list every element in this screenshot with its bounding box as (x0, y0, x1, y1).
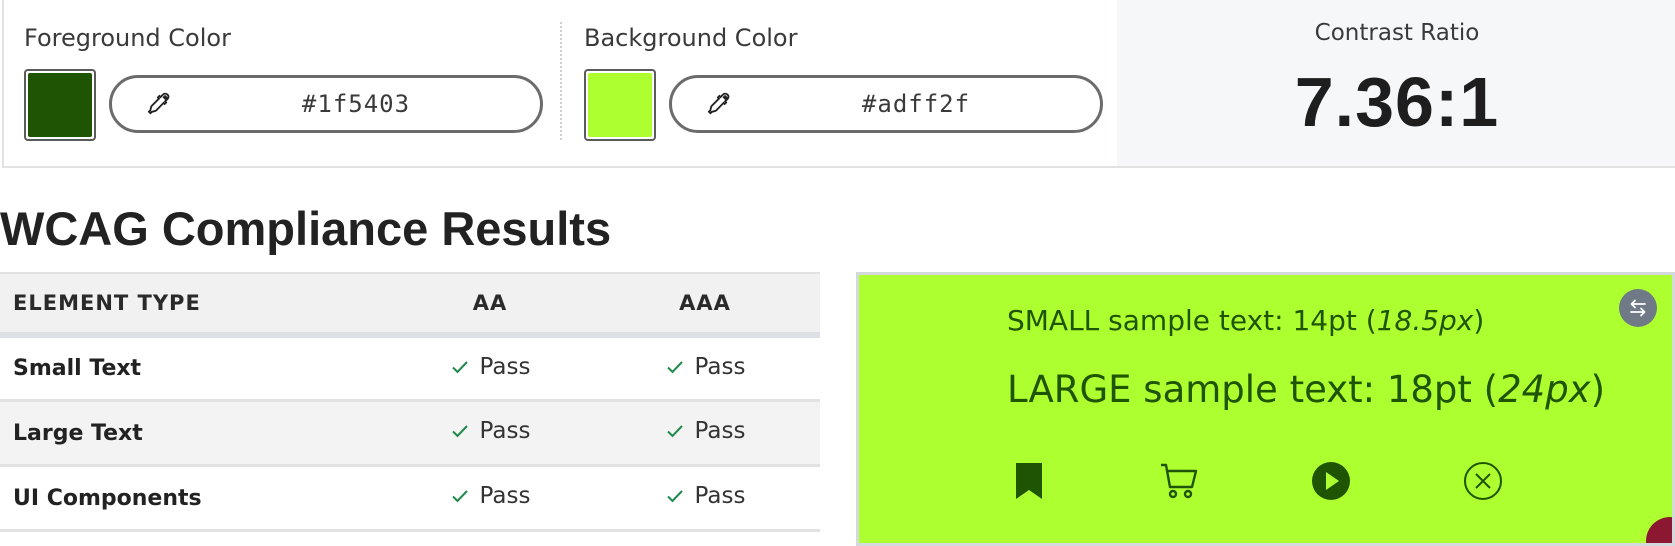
eyedropper-icon[interactable] (706, 91, 732, 117)
contrast-ratio-label: Contrast Ratio (1314, 20, 1480, 46)
header-aa: AA (390, 272, 590, 338)
result-text: Pass (479, 353, 531, 380)
foreground-color-section: Foreground Color (4, 0, 560, 166)
background-color-label: Background Color (584, 24, 798, 52)
swap-colors-button[interactable] (1619, 289, 1657, 327)
large-sample-suffix: ) (1590, 368, 1606, 411)
aaa-result: Pass (665, 418, 746, 444)
aaa-result: Pass (665, 353, 746, 380)
small-sample-text: SMALL sample text: 14pt (18.5px) (1007, 304, 1484, 337)
foreground-hex-input[interactable] (212, 88, 500, 120)
large-sample-text: LARGE sample text: 18pt (24px) (1007, 368, 1605, 411)
row-label: Large Text (13, 420, 143, 446)
background-color-section: Background Color (562, 0, 1118, 166)
cart-icon (1161, 463, 1198, 499)
swap-arrows-icon (1630, 299, 1646, 317)
large-sample-prefix: LARGE sample text: 18pt ( (1007, 368, 1499, 411)
large-sample-px: 24px (1498, 368, 1591, 411)
eyedropper-icon[interactable] (146, 91, 172, 117)
result-text: Pass (694, 353, 746, 380)
header-element-type: ELEMENT TYPE (0, 272, 390, 338)
bookmark-icon (1016, 463, 1042, 499)
check-icon (451, 490, 468, 503)
result-text: Pass (694, 483, 746, 509)
header-aaa: AAA (590, 272, 820, 338)
table-row-large-text: Large Text Pass Pass (0, 400, 820, 467)
aa-result: Pass (450, 353, 531, 380)
close-circle-icon (1464, 462, 1502, 500)
row-label: UI Components (13, 485, 202, 511)
foreground-color-label: Foreground Color (24, 24, 231, 52)
check-icon (666, 490, 683, 503)
foreground-color-swatch[interactable] (24, 69, 96, 141)
contrast-ratio-value: 7.36:1 (1294, 63, 1500, 141)
aaa-result: Pass (665, 483, 746, 509)
wcag-results-table: ELEMENT TYPE AA AAA Small Text Pass Pass… (0, 272, 820, 532)
results-title: WCAG Compliance Results (0, 202, 612, 255)
row-label: Small Text (13, 356, 142, 382)
table-header-row: ELEMENT TYPE AA AAA (0, 272, 820, 338)
result-text: Pass (479, 483, 531, 509)
table-row-ui-components: UI Components Pass Pass (0, 465, 820, 532)
background-hex-field (669, 75, 1103, 133)
play-circle-icon (1312, 462, 1350, 500)
result-text: Pass (479, 418, 531, 444)
color-picker-panel: Foreground Color Background Color Contra… (2, 0, 1675, 168)
foreground-hex-field (109, 75, 543, 133)
check-icon (451, 425, 468, 438)
small-sample-prefix: SMALL sample text: 14pt ( (1007, 304, 1377, 337)
aa-result: Pass (450, 418, 531, 444)
small-sample-px: 18.5px (1376, 304, 1474, 337)
background-hex-input[interactable] (772, 88, 1060, 120)
aa-result: Pass (450, 483, 531, 509)
sample-preview-panel: SMALL sample text: 14pt (18.5px) LARGE s… (856, 272, 1675, 546)
corner-decoration (1646, 517, 1672, 543)
background-color-swatch[interactable] (584, 69, 656, 141)
table-row-small-text: Small Text Pass Pass (0, 335, 820, 402)
foreground-swatch-fill (28, 73, 92, 137)
check-icon (451, 361, 468, 374)
result-text: Pass (694, 418, 746, 444)
small-sample-suffix: ) (1473, 304, 1485, 337)
contrast-ratio-panel: Contrast Ratio 7.36:1 (1117, 0, 1675, 166)
check-icon (666, 425, 683, 438)
check-icon (666, 361, 683, 374)
background-swatch-fill (588, 73, 652, 137)
